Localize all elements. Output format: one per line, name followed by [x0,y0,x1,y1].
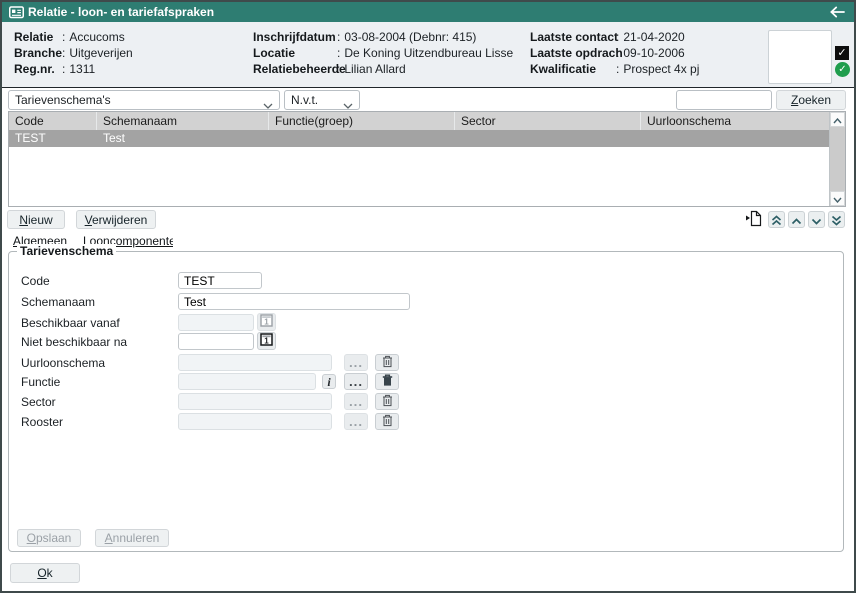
ellipsis-lookup-button: ... [344,354,368,371]
schema-type-dropdown[interactable]: Tarievenschema's [8,90,280,110]
new-record-page-icon[interactable] [745,210,764,228]
titlebar: Relatie - loon- en tariefafspraken [2,2,854,22]
scroll-down-button[interactable] [830,191,845,206]
inschrijfdatum-label: Inschrijfdatum [253,29,337,45]
chevron-down-icon [343,98,353,110]
move-top-button[interactable] [768,211,785,228]
window-title: Relatie - loon- en tariefafspraken [28,5,214,19]
cancel-button: Annuleren [95,529,169,547]
ok-button[interactable]: Ok [10,563,80,583]
chevron-down-icon [263,98,273,110]
relation-info-panel: Relatie:Accucoms Branche:Uitgeverijen Re… [2,22,854,88]
search-button[interactable]: Zoeken [776,90,846,110]
trash-icon[interactable] [375,393,399,410]
table-header-row: Code Schemanaam Functie(groep) Sector Uu… [9,112,845,130]
rooster-field [178,413,332,430]
sector-field [178,393,332,410]
cell-uurloonschema [641,130,845,147]
column-header-schemanaam[interactable]: Schemanaam [97,112,269,130]
ellipsis-lookup-button[interactable]: ... [344,373,368,390]
relatie-label: Relatie [14,29,62,45]
relatie-value: Accucoms [69,30,124,44]
trash-icon[interactable] [375,354,399,371]
column-header-functiegroep[interactable]: Functie(groep) [269,112,455,130]
schemanaam-field[interactable] [178,293,410,310]
svg-text:1: 1 [264,318,269,327]
cell-sector [455,130,641,147]
branche-value: Uitgeverijen [69,46,132,60]
uurloonschema-field [178,354,332,371]
kwalificatie-value: Prospect 4x pj [623,62,699,76]
relation-info-left: Relatie:Accucoms Branche:Uitgeverijen Re… [14,29,133,77]
column-header-sector[interactable]: Sector [455,112,641,130]
niet-beschikbaar-na-field[interactable] [178,333,254,350]
code-label: Code [21,274,50,288]
filter-dropdown-value: N.v.t. [291,93,318,107]
cell-code: TEST [9,130,97,147]
relation-info-right: Laatste contact:21-04-2020 Laatste opdra… [530,29,699,77]
svg-text:1: 1 [264,337,269,346]
back-arrow-icon[interactable] [829,6,845,21]
locatie-value: De Koning Uitzendbureau Lisse [344,46,513,60]
sector-label: Sector [21,395,56,409]
filter-dropdown[interactable]: N.v.t. [284,90,360,110]
kwalificatie-label: Kwalificatie [530,61,616,77]
calendar-icon[interactable]: 1 [257,332,276,350]
laatste-opdracht-value: 09-10-2006 [623,46,684,60]
search-input[interactable] [676,90,772,110]
table-row-selected[interactable]: TEST Test [9,130,845,147]
beschikbaar-vanaf-field [178,314,254,331]
functie-field [178,373,316,390]
schemanaam-label: Schemanaam [21,295,95,309]
scroll-up-button[interactable] [830,112,845,127]
inschrijfdatum-value: 03-08-2004 (Debnr: 415) [344,30,476,44]
delete-button[interactable]: Verwijderen [76,210,156,229]
ellipsis-lookup-button: ... [344,393,368,410]
schema-type-dropdown-value: Tarievenschema's [15,93,111,107]
tariff-scheme-groupbox: Tarievenschema Code Schemanaam Beschikba… [8,251,844,552]
trash-icon[interactable] [375,413,399,430]
column-header-uurloonschema[interactable]: Uurloonschema [641,112,845,130]
regnr-value: 1311 [69,62,95,76]
relation-wage-agreements-window: Relatie - loon- en tariefafspraken Relat… [0,0,856,593]
relation-info-middle: Inschrijfdatum:03-08-2004 (Debnr: 415) L… [253,29,513,77]
table-scrollbar[interactable] [829,112,845,206]
ellipsis-lookup-button: ... [344,413,368,430]
table-empty-area [9,147,829,206]
cell-schemanaam: Test [97,130,269,147]
laatste-contact-label: Laatste contact [530,29,616,45]
move-bottom-button[interactable] [828,211,845,228]
save-button: Opslaan [17,529,81,547]
code-field[interactable] [178,272,262,289]
move-down-button[interactable] [808,211,825,228]
relation-card-icon [9,6,24,22]
photo-placeholder [768,30,832,84]
locatie-label: Locatie [253,45,337,61]
functie-label: Functie [21,375,60,389]
relatiebeheerder-value: Lilian Allard [344,62,405,76]
info-icon[interactable]: i [322,374,336,389]
laatste-opdracht-label: Laatste opdrach [530,45,616,61]
groupbox-title: Tarievenschema [17,244,116,258]
new-button[interactable]: Nieuw [7,210,65,229]
calendar-icon: 1 [257,313,276,331]
niet-beschikbaar-na-label: Niet beschikbaar na [21,335,127,349]
trash-icon[interactable] [375,373,399,390]
regnr-label: Reg.nr. [14,61,62,77]
move-up-button[interactable] [788,211,805,228]
beschikbaar-vanaf-label: Beschikbaar vanaf [21,316,120,330]
tariff-schemes-table[interactable]: Code Schemanaam Functie(groep) Sector Uu… [8,111,846,207]
uurloonschema-label: Uurloonschema [21,356,105,370]
rooster-label: Rooster [21,415,63,429]
cell-functiegroep [269,130,455,147]
laatste-contact-value: 21-04-2020 [623,30,684,44]
relatiebeheerder-label: Relatiebeheerde [253,61,337,77]
black-checkbox-checked-icon[interactable]: ✓ [835,46,849,60]
column-header-code[interactable]: Code [9,112,97,130]
green-circle-check-icon: ✓ [835,62,850,77]
branche-label: Branche [14,45,62,61]
